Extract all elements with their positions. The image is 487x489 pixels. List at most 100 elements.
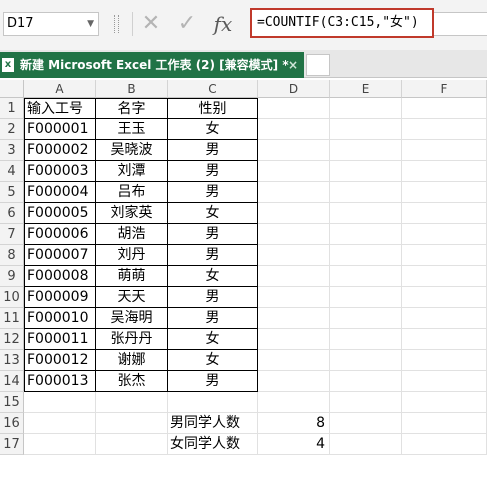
- cell-empty[interactable]: [258, 392, 330, 413]
- summary-value[interactable]: 8: [258, 413, 330, 434]
- cell-empty[interactable]: [330, 203, 402, 224]
- cell-empty[interactable]: [330, 266, 402, 287]
- cell-empty[interactable]: [402, 203, 487, 224]
- cell-empty[interactable]: [330, 413, 402, 434]
- select-all-corner[interactable]: [0, 80, 24, 98]
- cell-empty[interactable]: [258, 224, 330, 245]
- table-row-cell[interactable]: F000008: [24, 266, 96, 287]
- row-header-14[interactable]: 14: [0, 371, 24, 392]
- formula-input-extension[interactable]: [434, 12, 487, 36]
- cell-empty[interactable]: [330, 371, 402, 392]
- cell-empty[interactable]: [330, 140, 402, 161]
- cell-empty[interactable]: [330, 119, 402, 140]
- cell-empty[interactable]: [402, 308, 487, 329]
- table-row-cell[interactable]: 男: [168, 182, 258, 203]
- cell-empty[interactable]: [258, 329, 330, 350]
- column-header-a[interactable]: A: [24, 80, 96, 98]
- workbook-tab[interactable]: x 新建 Microsoft Excel 工作表 (2) [兼容模式] * ×: [0, 52, 304, 78]
- cell-empty[interactable]: [24, 392, 96, 413]
- table-header-cell[interactable]: 性别: [168, 98, 258, 119]
- table-row-cell[interactable]: 女: [168, 203, 258, 224]
- cell-empty[interactable]: [24, 434, 96, 455]
- table-row-cell[interactable]: F000001: [24, 119, 96, 140]
- summary-label[interactable]: 男同学人数: [168, 413, 258, 434]
- row-header-2[interactable]: 2: [0, 119, 24, 140]
- row-header-17[interactable]: 17: [0, 434, 24, 455]
- table-row-cell[interactable]: 男: [168, 308, 258, 329]
- new-tab-button[interactable]: [306, 54, 330, 76]
- table-row-cell[interactable]: 男: [168, 161, 258, 182]
- table-header-cell[interactable]: 输入工号: [24, 98, 96, 119]
- row-header-6[interactable]: 6: [0, 203, 24, 224]
- cell-empty[interactable]: [96, 413, 168, 434]
- cell-empty[interactable]: [402, 413, 487, 434]
- cell-empty[interactable]: [330, 350, 402, 371]
- table-header-cell[interactable]: 名字: [96, 98, 168, 119]
- cell-empty[interactable]: [258, 245, 330, 266]
- table-row-cell[interactable]: F000009: [24, 287, 96, 308]
- column-header-c[interactable]: C: [168, 80, 258, 98]
- cell-empty[interactable]: [258, 161, 330, 182]
- cell-empty[interactable]: [402, 350, 487, 371]
- cell-empty[interactable]: [402, 140, 487, 161]
- table-row-cell[interactable]: F000006: [24, 224, 96, 245]
- table-row-cell[interactable]: F000012: [24, 350, 96, 371]
- cancel-icon[interactable]: ✕: [136, 11, 166, 37]
- table-row-cell[interactable]: 谢娜: [96, 350, 168, 371]
- table-row-cell[interactable]: 萌萌: [96, 266, 168, 287]
- row-header-15[interactable]: 15: [0, 392, 24, 413]
- table-row-cell[interactable]: 胡浩: [96, 224, 168, 245]
- row-header-13[interactable]: 13: [0, 350, 24, 371]
- column-header-e[interactable]: E: [330, 80, 402, 98]
- name-box[interactable]: D17 ▼: [3, 12, 99, 36]
- table-row-cell[interactable]: 刘家英: [96, 203, 168, 224]
- table-row-cell[interactable]: F000002: [24, 140, 96, 161]
- cell-empty[interactable]: [258, 182, 330, 203]
- table-row-cell[interactable]: 男: [168, 371, 258, 392]
- row-header-9[interactable]: 9: [0, 266, 24, 287]
- table-row-cell[interactable]: 男: [168, 245, 258, 266]
- table-row-cell[interactable]: 刘丹: [96, 245, 168, 266]
- cell-empty[interactable]: [402, 119, 487, 140]
- cell-empty[interactable]: [402, 287, 487, 308]
- cell-empty[interactable]: [330, 98, 402, 119]
- table-row-cell[interactable]: F000007: [24, 245, 96, 266]
- cell-empty[interactable]: [402, 161, 487, 182]
- table-row-cell[interactable]: 吕布: [96, 182, 168, 203]
- table-row-cell[interactable]: F000013: [24, 371, 96, 392]
- cell-empty[interactable]: [24, 413, 96, 434]
- row-header-1[interactable]: 1: [0, 98, 24, 119]
- cell-empty[interactable]: [330, 392, 402, 413]
- table-row-cell[interactable]: F000010: [24, 308, 96, 329]
- row-header-10[interactable]: 10: [0, 287, 24, 308]
- cell-empty[interactable]: [402, 98, 487, 119]
- row-header-7[interactable]: 7: [0, 224, 24, 245]
- table-row-cell[interactable]: 男: [168, 140, 258, 161]
- row-header-11[interactable]: 11: [0, 308, 24, 329]
- cell-empty[interactable]: [330, 287, 402, 308]
- column-header-f[interactable]: F: [402, 80, 487, 98]
- cell-empty[interactable]: [258, 308, 330, 329]
- cell-empty[interactable]: [258, 203, 330, 224]
- cell-empty[interactable]: [330, 224, 402, 245]
- cell-empty[interactable]: [402, 266, 487, 287]
- table-row-cell[interactable]: 张杰: [96, 371, 168, 392]
- cell-empty[interactable]: [96, 392, 168, 413]
- table-row-cell[interactable]: 张丹丹: [96, 329, 168, 350]
- row-header-3[interactable]: 3: [0, 140, 24, 161]
- formula-input[interactable]: =COUNTIF(C3:C15,"女"): [250, 8, 434, 38]
- cell-empty[interactable]: [402, 182, 487, 203]
- grip-handle[interactable]: [114, 15, 119, 33]
- table-row-cell[interactable]: 男: [168, 224, 258, 245]
- cell-empty[interactable]: [330, 329, 402, 350]
- row-header-8[interactable]: 8: [0, 245, 24, 266]
- cell-empty[interactable]: [330, 245, 402, 266]
- cell-empty[interactable]: [330, 161, 402, 182]
- cell-empty[interactable]: [330, 308, 402, 329]
- row-header-4[interactable]: 4: [0, 161, 24, 182]
- column-header-d[interactable]: D: [258, 80, 330, 98]
- cell-empty[interactable]: [402, 329, 487, 350]
- table-row-cell[interactable]: F000005: [24, 203, 96, 224]
- row-header-16[interactable]: 16: [0, 413, 24, 434]
- cell-empty[interactable]: [258, 266, 330, 287]
